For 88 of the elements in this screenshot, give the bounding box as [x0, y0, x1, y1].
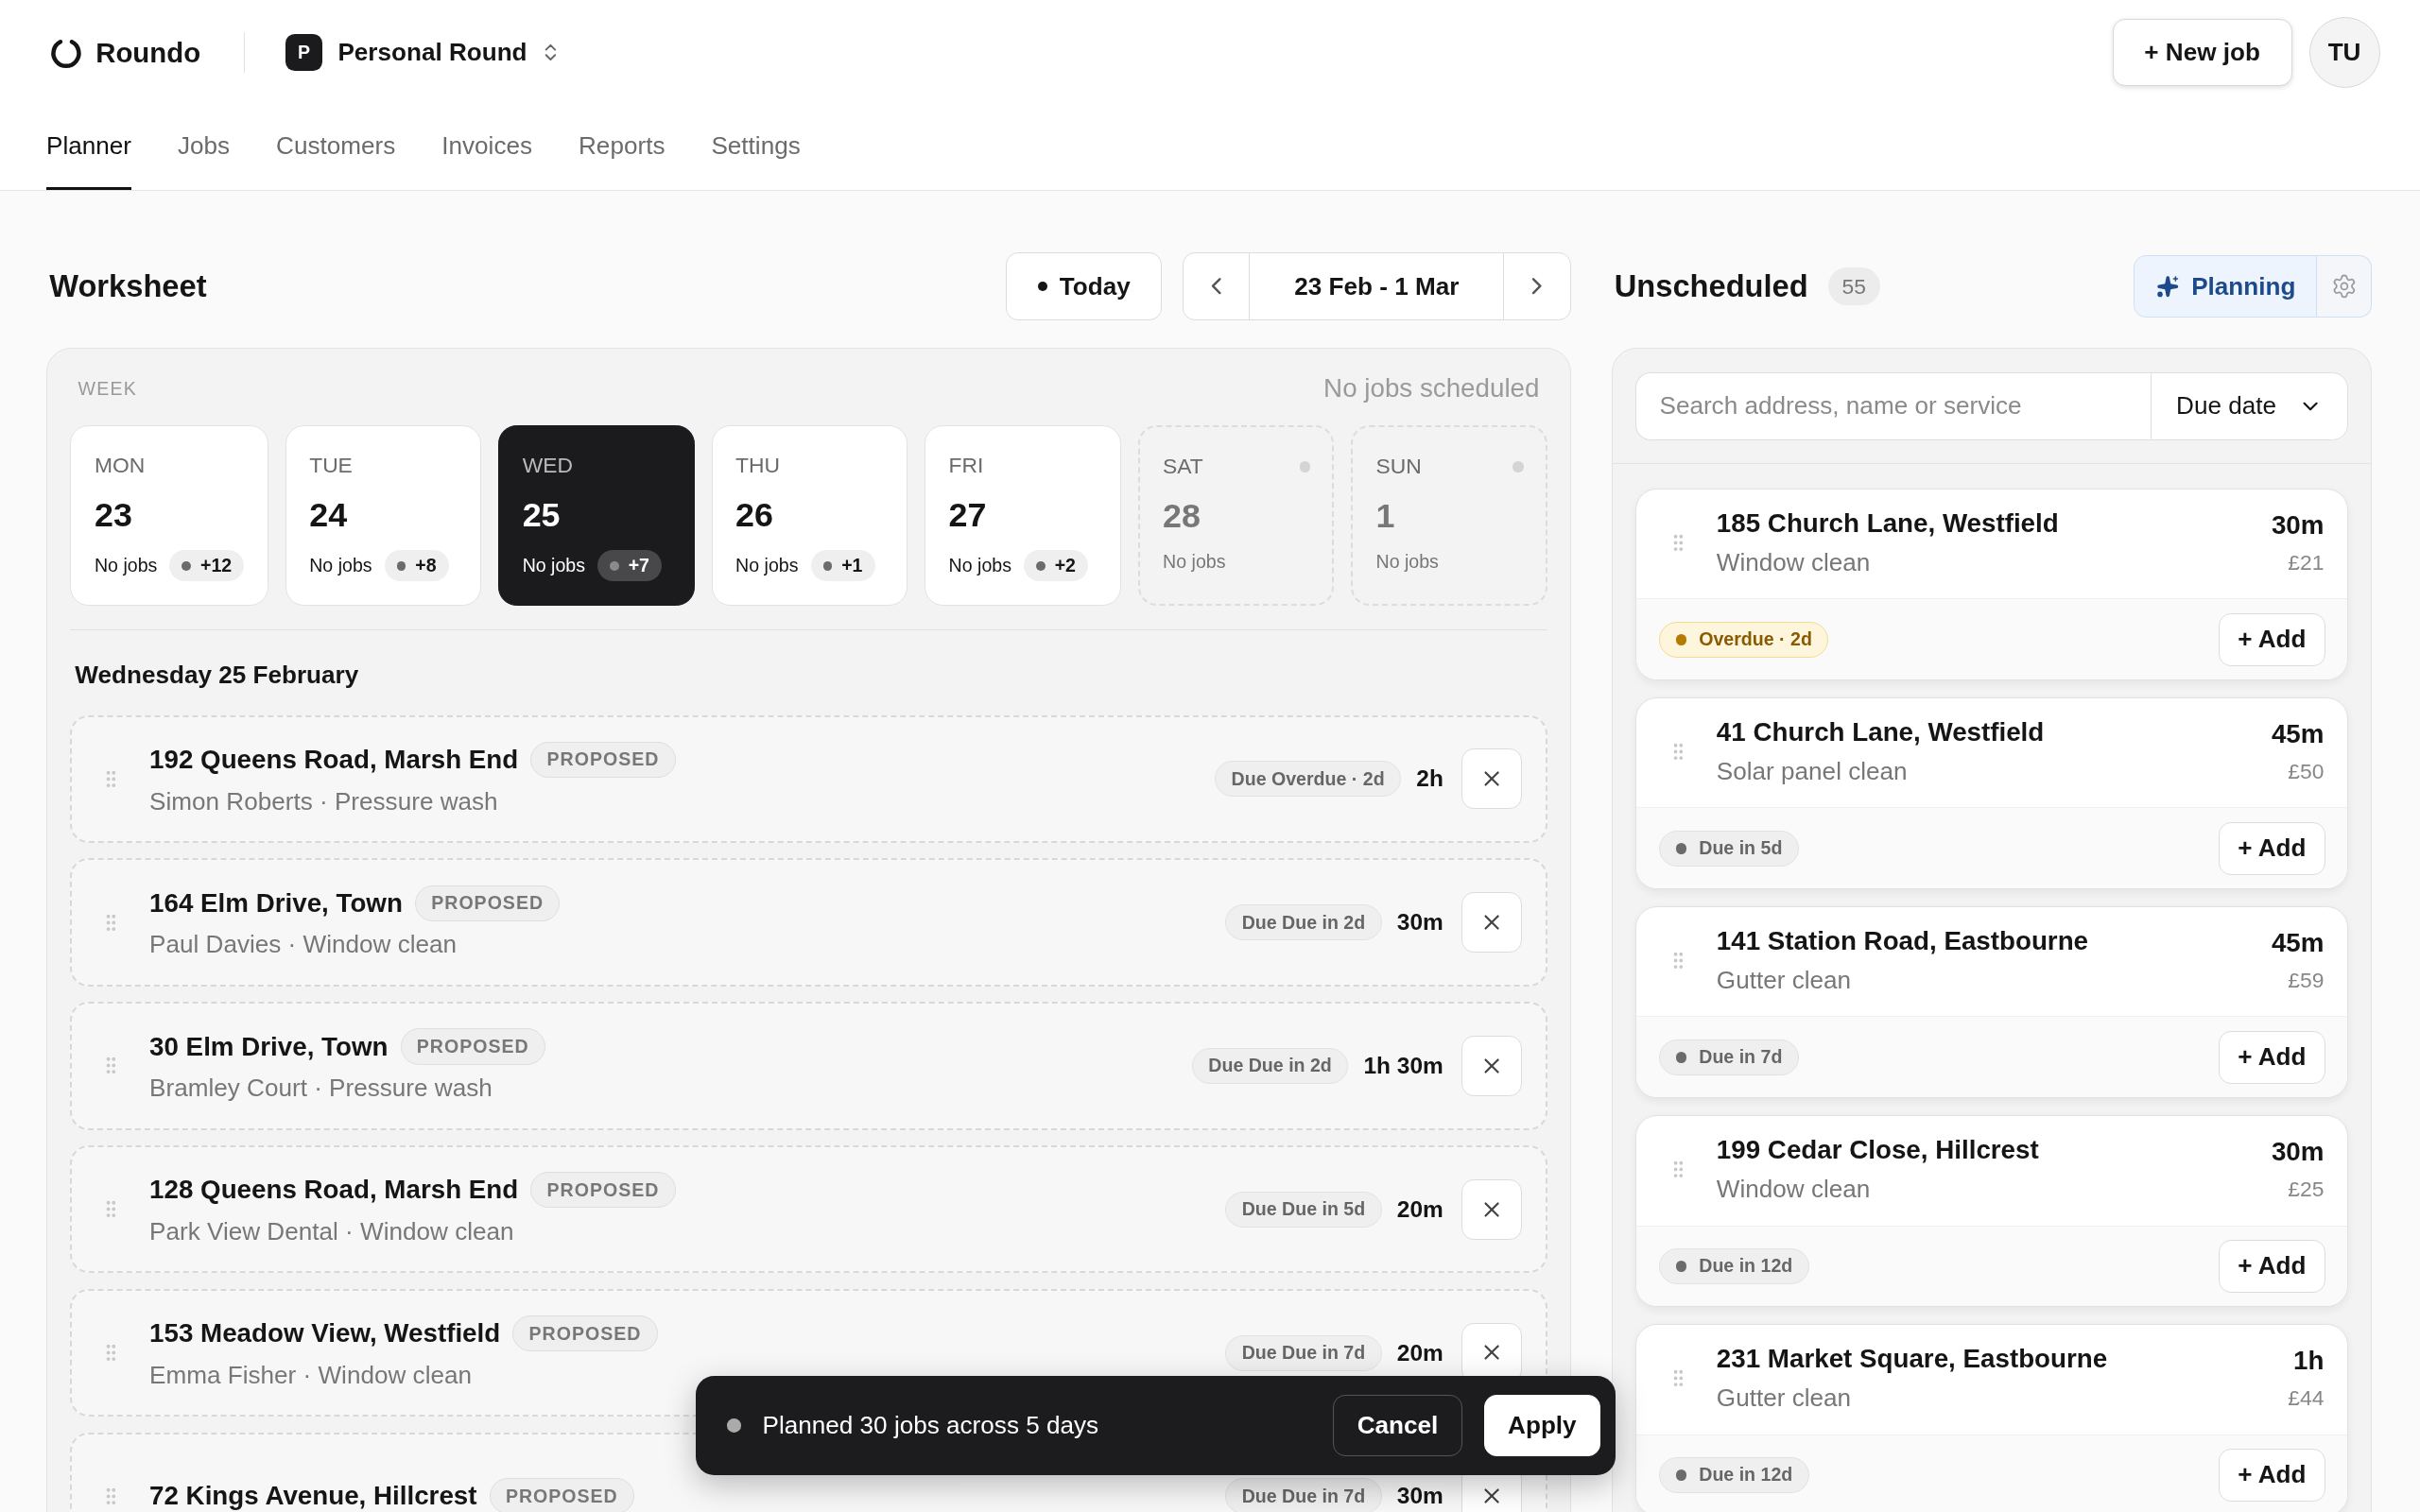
job-address: 192 Queens Road, Marsh End: [149, 744, 519, 775]
job-details: Park View Dental · Window clean: [149, 1217, 515, 1247]
due-badge: Due in 7d: [1659, 1039, 1799, 1075]
day-name: SAT: [1163, 454, 1203, 479]
job-count-badge: +7: [597, 550, 663, 582]
day-date: 28: [1163, 495, 1201, 536]
job-duration: 1h 30m: [1363, 1052, 1443, 1079]
day-jobs: No jobs: [522, 555, 586, 577]
job-service: Window clean: [1716, 547, 1872, 577]
job-duration: 20m: [1396, 1195, 1443, 1223]
job-address: 153 Meadow View, Westfield: [149, 1318, 501, 1349]
day-name: FRI: [948, 453, 984, 478]
status-badge: PROPOSED: [489, 1478, 634, 1512]
day-date: 25: [522, 494, 562, 535]
section-title: Unscheduled: [1614, 268, 1808, 304]
due-badge: Overdue · 2d: [1659, 621, 1829, 658]
job-service: Solar panel clean: [1716, 756, 1909, 786]
section-title: Worksheet: [49, 268, 207, 304]
job-address: 199 Cedar Close, Hillcrest: [1716, 1134, 2039, 1164]
job-address: 141 Station Road, Eastbourne: [1716, 925, 2089, 955]
day-heading: Wednesday 25 February: [74, 660, 360, 692]
day-date: 1: [1375, 495, 1396, 536]
job-address: 128 Queens Road, Marsh End: [149, 1175, 519, 1206]
due-badge: Due Overdue · 2d: [1215, 761, 1401, 798]
due-badge: Due Due in 7d: [1225, 1478, 1382, 1512]
job-price: £25: [2288, 1176, 2325, 1202]
job-service: Gutter clean: [1716, 1383, 1853, 1413]
week-label: WEEK: [78, 377, 137, 400]
job-duration: 2h: [1416, 765, 1443, 793]
job-duration: 45m: [2271, 718, 2325, 749]
job-service: Window clean: [1716, 1174, 1872, 1204]
job-duration: 30m: [1396, 1483, 1443, 1510]
day-date: 24: [309, 494, 349, 535]
job-details: Bramley Court · Pressure wash: [149, 1074, 493, 1104]
due-badge: Due in 12d: [1659, 1247, 1809, 1284]
job-address: 231 Market Square, Eastbourne: [1716, 1343, 2108, 1373]
job-service: Gutter clean: [1716, 965, 1853, 995]
workspace-initial: P: [285, 33, 323, 72]
job-address: 41 Church Lane, Westfield: [1716, 716, 2045, 747]
week-status: No jobs scheduled: [1323, 373, 1540, 404]
day-name: MON: [94, 453, 146, 478]
status-badge: PROPOSED: [530, 741, 676, 778]
job-details: Simon Roberts · Pressure wash: [149, 786, 499, 816]
day-jobs: No jobs: [1163, 551, 1226, 574]
job-duration: 45m: [2271, 927, 2325, 958]
due-badge: Due Due in 7d: [1225, 1334, 1382, 1371]
day-jobs: No jobs: [94, 555, 158, 577]
status-badge: PROPOSED: [530, 1172, 676, 1209]
day-name: WED: [522, 453, 573, 478]
job-address: 72 Kings Avenue, Hillcrest: [149, 1481, 477, 1512]
job-price: £50: [2288, 758, 2325, 784]
day-jobs: No jobs: [735, 555, 799, 577]
due-badge: Due Due in 2d: [1225, 904, 1382, 941]
job-price: £59: [2288, 967, 2325, 993]
day-jobs: No jobs: [948, 555, 1011, 577]
count-badge: 55: [1827, 267, 1880, 306]
due-badge: Due in 12d: [1659, 1456, 1809, 1493]
day-date: 27: [948, 494, 988, 535]
day-name: TUE: [309, 453, 353, 478]
job-duration: 30m: [2271, 1136, 2325, 1167]
job-count-badge: +8: [384, 550, 449, 582]
day-date: 26: [735, 494, 775, 535]
day-date: 23: [94, 494, 133, 535]
job-count-badge: +12: [169, 550, 245, 582]
job-count-badge: +1: [810, 550, 875, 582]
job-details: Emma Fisher · Window clean: [149, 1360, 473, 1390]
job-address: 185 Church Lane, Westfield: [1716, 507, 2059, 538]
job-price: £44: [2288, 1384, 2325, 1411]
due-badge: Due in 5d: [1659, 830, 1799, 867]
date-range: 23 Feb - 1 Mar: [1250, 252, 1504, 320]
job-duration: 20m: [1396, 1339, 1443, 1366]
day-name: SUN: [1375, 454, 1422, 479]
day-jobs: No jobs: [309, 555, 372, 577]
job-count-badge: +2: [1024, 550, 1088, 582]
day-name: THU: [735, 453, 781, 478]
job-details: Paul Davies · Window clean: [149, 930, 458, 960]
status-badge: PROPOSED: [400, 1028, 545, 1065]
status-badge: PROPOSED: [512, 1315, 658, 1352]
day-jobs: No jobs: [1375, 551, 1439, 574]
due-badge: Due Due in 2d: [1191, 1047, 1349, 1084]
job-price: £21: [2288, 549, 2325, 576]
job-duration: 30m: [2271, 509, 2325, 541]
status-badge: PROPOSED: [414, 885, 561, 921]
job-address: 30 Elm Drive, Town: [149, 1031, 389, 1062]
due-badge: Due Due in 5d: [1225, 1191, 1382, 1228]
job-duration: 1h: [2293, 1345, 2325, 1376]
job-duration: 30m: [1396, 909, 1443, 936]
job-address: 164 Elm Drive, Town: [149, 887, 403, 919]
